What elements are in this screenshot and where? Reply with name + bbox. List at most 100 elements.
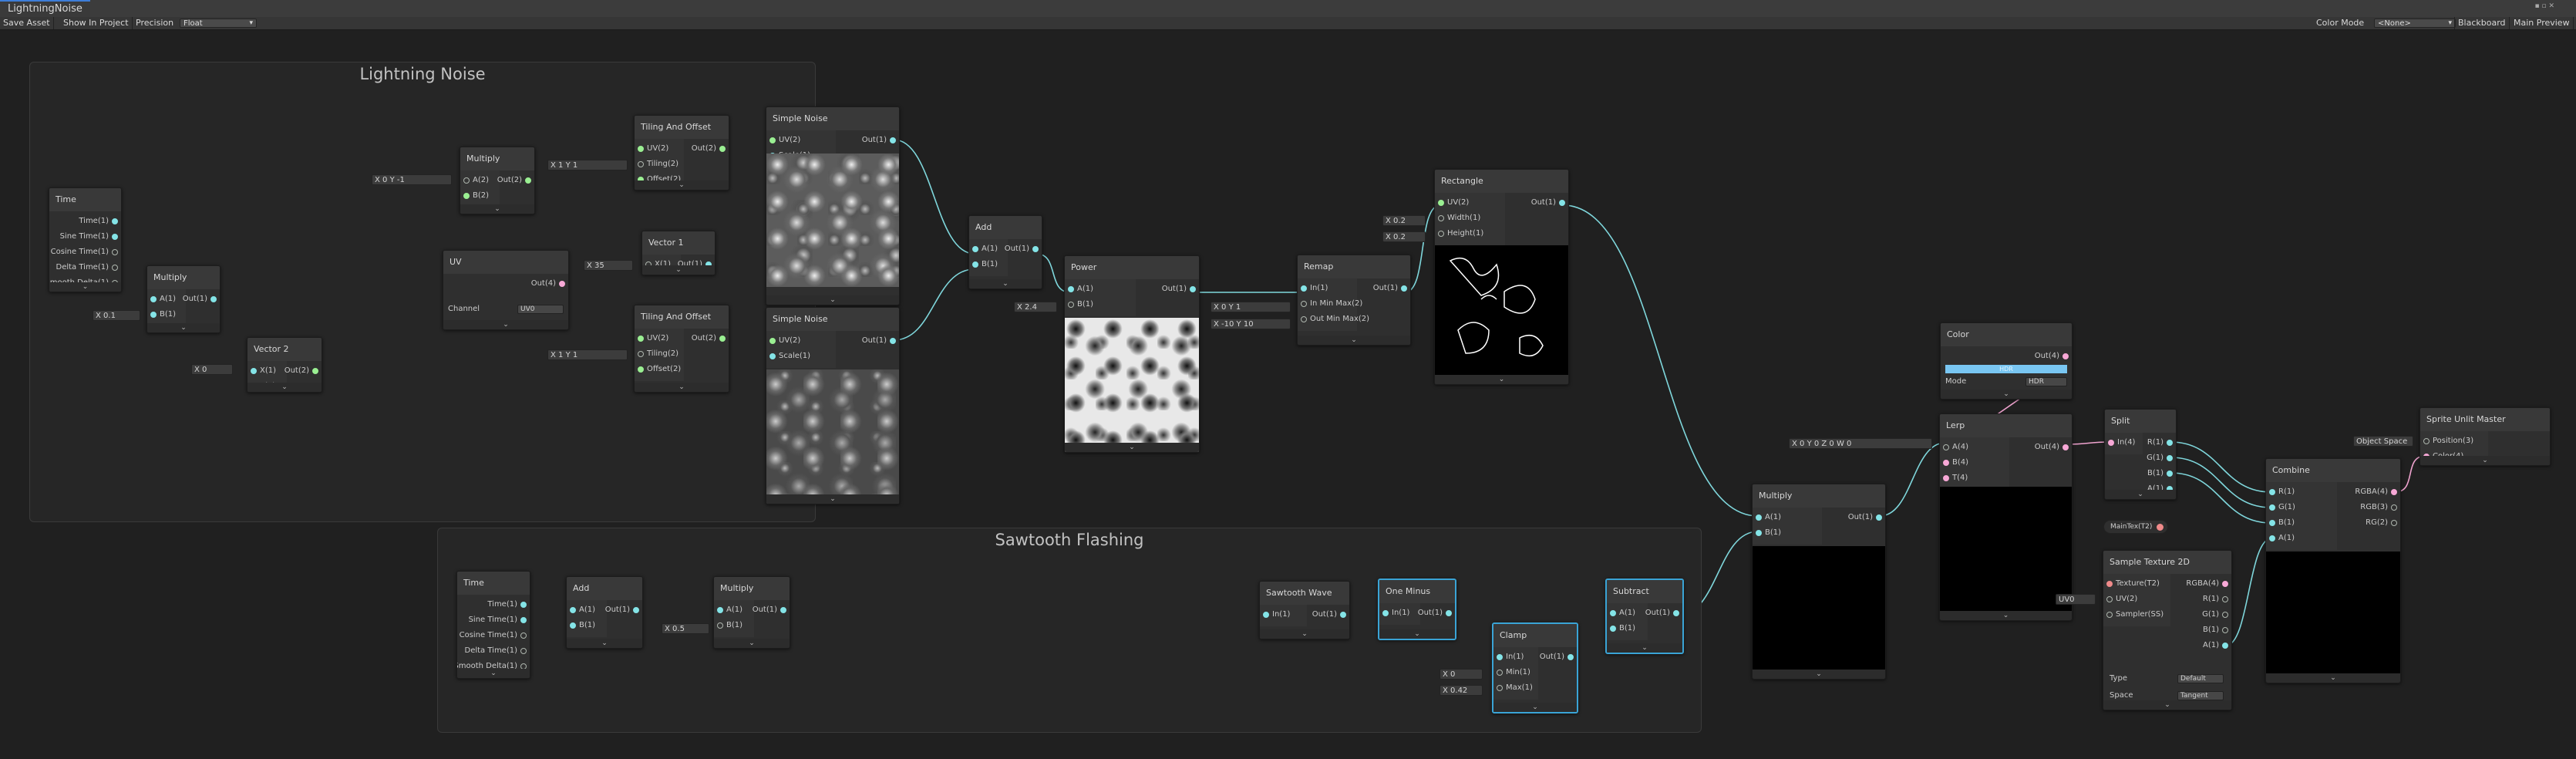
width-input[interactable]: X 0.2 (1382, 215, 1426, 226)
port-socket-icon[interactable] (2167, 440, 2173, 446)
output-port[interactable]: Out(1) (862, 135, 899, 146)
collapse-chevron-icon[interactable]: ⌄ (1379, 629, 1455, 639)
collapse-chevron-icon[interactable]: ⌄ (460, 204, 534, 214)
node-title[interactable]: Sawtooth Wave (1260, 582, 1349, 605)
port-socket-icon[interactable] (1943, 475, 1949, 481)
output-port[interactable]: Out(1) (1848, 512, 1885, 523)
input-port-0[interactable]: A(1) (1607, 608, 1635, 619)
collapse-chevron-icon[interactable]: ⌄ (714, 639, 790, 648)
collapse-chevron-icon[interactable]: ⌄ (1065, 443, 1199, 452)
node-title[interactable]: Time (49, 188, 121, 211)
node-tile-tile1[interactable]: Tiling And Offset UV(2) Tiling(2) Offset(2)… (634, 115, 729, 191)
output-port[interactable]: Out(4) (2035, 351, 2072, 362)
vector1-x-input[interactable]: X 35 (584, 260, 633, 271)
node-title[interactable]: Multiply (147, 266, 220, 289)
input-port-1[interactable]: Scale(1) (766, 351, 810, 362)
output-port-1[interactable]: RGB(3) (2360, 502, 2400, 513)
input-port-1[interactable]: Min(1) (1493, 667, 1530, 678)
port-socket-icon[interactable] (112, 265, 118, 271)
port-socket-icon[interactable] (2106, 612, 2113, 618)
group-title[interactable]: Sawtooth Flashing (438, 528, 1701, 552)
port-socket-icon[interactable] (210, 296, 217, 302)
input-port-1[interactable]: B(1) (147, 309, 176, 320)
port-socket-icon[interactable] (150, 296, 157, 302)
node-remap-remap[interactable]: Remap In(1) In Min Max(2) Out Min Max(2) Out… (1297, 255, 1411, 346)
input-port-0[interactable]: UV(2) (1435, 197, 1469, 208)
port-socket-icon[interactable] (2167, 455, 2173, 461)
port-socket-icon[interactable] (112, 249, 118, 255)
port-socket-icon[interactable] (638, 336, 644, 342)
input-port-2[interactable]: B(1) (2266, 518, 2295, 528)
precision-dropdown[interactable]: Float (180, 19, 257, 28)
node-saw-saw[interactable]: Sawtooth Wave In(1) Out(1) ⌄ (1259, 581, 1350, 639)
port-socket-icon[interactable] (1068, 286, 1074, 292)
port-socket-icon[interactable] (2269, 489, 2275, 495)
node-title[interactable]: Add (969, 216, 1042, 239)
collapse-chevron-icon[interactable]: ⌄ (969, 279, 1042, 288)
collapse-chevron-icon[interactable]: ⌄ (635, 180, 729, 190)
collapse-chevron-icon[interactable]: ⌄ (635, 383, 729, 392)
port-socket-icon[interactable] (463, 177, 470, 184)
node-combine-combine[interactable]: Combine R(1) G(1) B(1) A(1) RGBA(4) RGB(3) RG(2… (2265, 458, 2401, 683)
port-socket-icon[interactable] (890, 338, 896, 344)
node-mul-mul1[interactable]: Multiply A(1) B(1) Out(1) ⌄ (146, 265, 221, 333)
output-port-2[interactable]: G(1) (2202, 609, 2231, 620)
output-port[interactable]: Out(2) (692, 333, 729, 344)
node-sampler-sampler[interactable]: Sample Texture 2D Texture(T2) UV(2) Sampler… (2103, 550, 2232, 710)
height-input[interactable]: X 0.2 (1382, 231, 1426, 242)
input-port-1[interactable]: B(1) (1607, 623, 1635, 634)
input-port-0[interactable]: A(1) (714, 605, 742, 616)
tiling-input-2[interactable]: X 1 Y 1 (547, 349, 628, 360)
output-port[interactable]: Out(1) (1418, 608, 1455, 619)
input-port-0[interactable]: UV(2) (766, 135, 800, 146)
port-socket-icon[interactable] (2108, 440, 2114, 446)
port-socket-icon[interactable] (1263, 612, 1269, 618)
port-socket-icon[interactable] (2222, 581, 2228, 587)
collapse-chevron-icon[interactable]: ⌄ (1493, 703, 1577, 712)
in-min-max-input[interactable]: X 0 Y 1 (1211, 302, 1291, 312)
node-vec-vec2[interactable]: Vector 2X(1)Y(1)Out(2)⌄ (247, 337, 322, 393)
node-title[interactable]: Lerp (1940, 414, 2072, 437)
port-socket-icon[interactable] (1301, 316, 1307, 322)
output-port[interactable]: Out(1) (1005, 244, 1042, 255)
time-output-2[interactable]: Cosine Time(1) (51, 247, 121, 258)
time-output-0[interactable]: Time(1) (487, 599, 530, 610)
node-title[interactable]: Vector 1 (642, 231, 715, 255)
node-mul-mul3[interactable]: Multiply A(1) B(1) Out(1) ⌄ (713, 576, 790, 649)
port-socket-icon[interactable] (638, 366, 644, 373)
node-title[interactable]: Tiling And Offset (635, 305, 729, 329)
node-clamp-clamp[interactable]: Clamp In(1) Min(1) Max(1) Out(1) ⌄ (1492, 622, 1578, 713)
port-socket-icon[interactable] (1190, 286, 1196, 292)
collapse-chevron-icon[interactable]: ⌄ (567, 639, 642, 648)
collapse-chevron-icon[interactable]: ⌄ (1940, 611, 2072, 620)
port-socket-icon[interactable] (769, 353, 776, 359)
time-output-3[interactable]: Delta Time(1) (56, 262, 122, 273)
port-socket-icon[interactable] (719, 336, 726, 342)
node-title[interactable]: Split (2105, 410, 2176, 433)
port-socket-icon[interactable] (638, 351, 644, 357)
port-socket-icon[interactable] (2106, 581, 2113, 587)
port-socket-icon[interactable] (570, 622, 576, 629)
output-port-0[interactable]: RGBA(4) (2186, 579, 2231, 589)
input-port-0[interactable]: A(1) (147, 294, 176, 305)
texture-port-icon[interactable] (2157, 524, 2164, 531)
mode-dropdown[interactable]: HDR (2025, 377, 2067, 386)
input-port-0[interactable]: UV(2) (766, 336, 800, 346)
input-port-0[interactable]: Position(3) (2420, 436, 2473, 447)
input-port-1[interactable]: B(4) (1940, 457, 1968, 468)
port-socket-icon[interactable] (520, 617, 527, 623)
input-port-1[interactable]: B(1) (969, 259, 998, 270)
collapse-chevron-icon[interactable]: ⌄ (1260, 629, 1349, 639)
port-socket-icon[interactable] (2062, 353, 2069, 359)
port-socket-icon[interactable] (1559, 200, 1565, 206)
node-title[interactable]: UV (443, 251, 568, 274)
color-swatch[interactable]: HDR (1945, 365, 2067, 373)
node-title[interactable]: Sprite Unlit Master (2420, 408, 2550, 431)
input-port-0[interactable]: In(1) (1260, 609, 1290, 620)
tab-lightningnoise[interactable]: LightningNoise (0, 0, 90, 17)
input-port-2[interactable]: Height(1) (1435, 228, 1483, 239)
port-socket-icon[interactable] (1756, 514, 1762, 521)
output-port[interactable]: Out(2) (497, 175, 534, 186)
input-port-2[interactable]: Sampler(SS) (2103, 609, 2164, 620)
input-port-0[interactable]: In(1) (1298, 283, 1328, 294)
